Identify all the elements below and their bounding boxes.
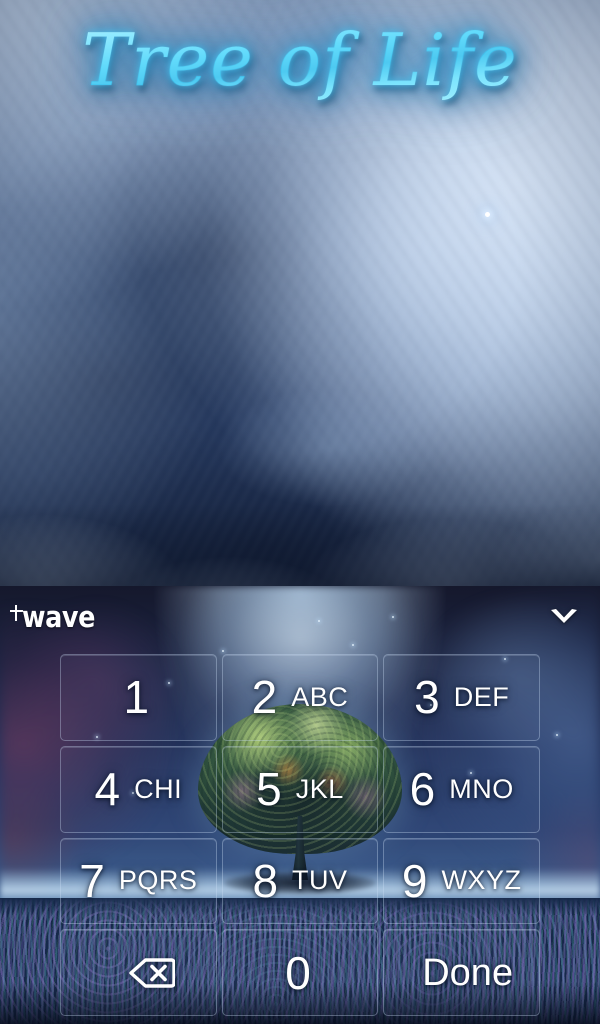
key-0[interactable]: 0 bbox=[221, 929, 379, 1016]
backspace-icon bbox=[129, 957, 176, 989]
wallpaper-cloud-scene: Tree of Life bbox=[0, 0, 600, 586]
key-5[interactable]: 5 JKL bbox=[221, 745, 379, 833]
key-digit: 4 bbox=[94, 763, 121, 816]
key-letters: DEF bbox=[453, 681, 510, 712]
phone-screen: Tree of Life bbox=[0, 0, 600, 1024]
key-letters: CHI bbox=[134, 773, 183, 804]
key-digit: 7 bbox=[79, 854, 105, 907]
key-1[interactable]: 1 bbox=[60, 654, 217, 741]
key-6[interactable]: 6 MNO bbox=[383, 745, 540, 833]
key-done[interactable]: Done bbox=[383, 929, 540, 1016]
numeric-keyboard: wave 1 2 ABC 3 DEF 4 CHI 5 JKL 6 MNO 7 P… bbox=[0, 586, 600, 1024]
key-digit: 6 bbox=[409, 763, 436, 816]
key-digit: 9 bbox=[401, 854, 428, 907]
key-backspace[interactable] bbox=[60, 929, 217, 1016]
key-3[interactable]: 3 DEF bbox=[383, 654, 540, 741]
key-digit: 1 bbox=[123, 671, 150, 724]
key-letters: PQRS bbox=[118, 865, 198, 896]
key-letters: MNO bbox=[449, 773, 514, 804]
key-letters: ABC bbox=[291, 681, 349, 712]
key-7[interactable]: 7 PQRS bbox=[60, 837, 217, 925]
keyboard-brand: wave bbox=[10, 599, 105, 634]
sky-vignette bbox=[0, 0, 600, 586]
key-2[interactable]: 2 ABC bbox=[221, 654, 379, 741]
chevron-down-icon[interactable] bbox=[544, 597, 584, 637]
keypad-grid: 1 2 ABC 3 DEF 4 CHI 5 JKL 6 MNO 7 PQRS 8… bbox=[60, 654, 540, 1016]
key-digit: 3 bbox=[414, 671, 440, 724]
key-digit: 8 bbox=[252, 854, 279, 907]
key-digit: 2 bbox=[251, 671, 278, 724]
key-done-label: Done bbox=[422, 951, 514, 994]
key-digit: 5 bbox=[256, 763, 282, 816]
key-letters: WXYZ bbox=[441, 865, 522, 896]
key-letters: JKL bbox=[295, 773, 344, 804]
key-8[interactable]: 8 TUV bbox=[221, 837, 379, 925]
keyboard-brand-label: wave bbox=[22, 599, 95, 634]
key-letters: TUV bbox=[292, 865, 348, 896]
keyboard-toolbar: wave bbox=[0, 586, 600, 648]
key-9[interactable]: 9 WXYZ bbox=[383, 837, 540, 925]
key-digit: 0 bbox=[285, 946, 311, 999]
key-4[interactable]: 4 CHI bbox=[60, 745, 217, 833]
